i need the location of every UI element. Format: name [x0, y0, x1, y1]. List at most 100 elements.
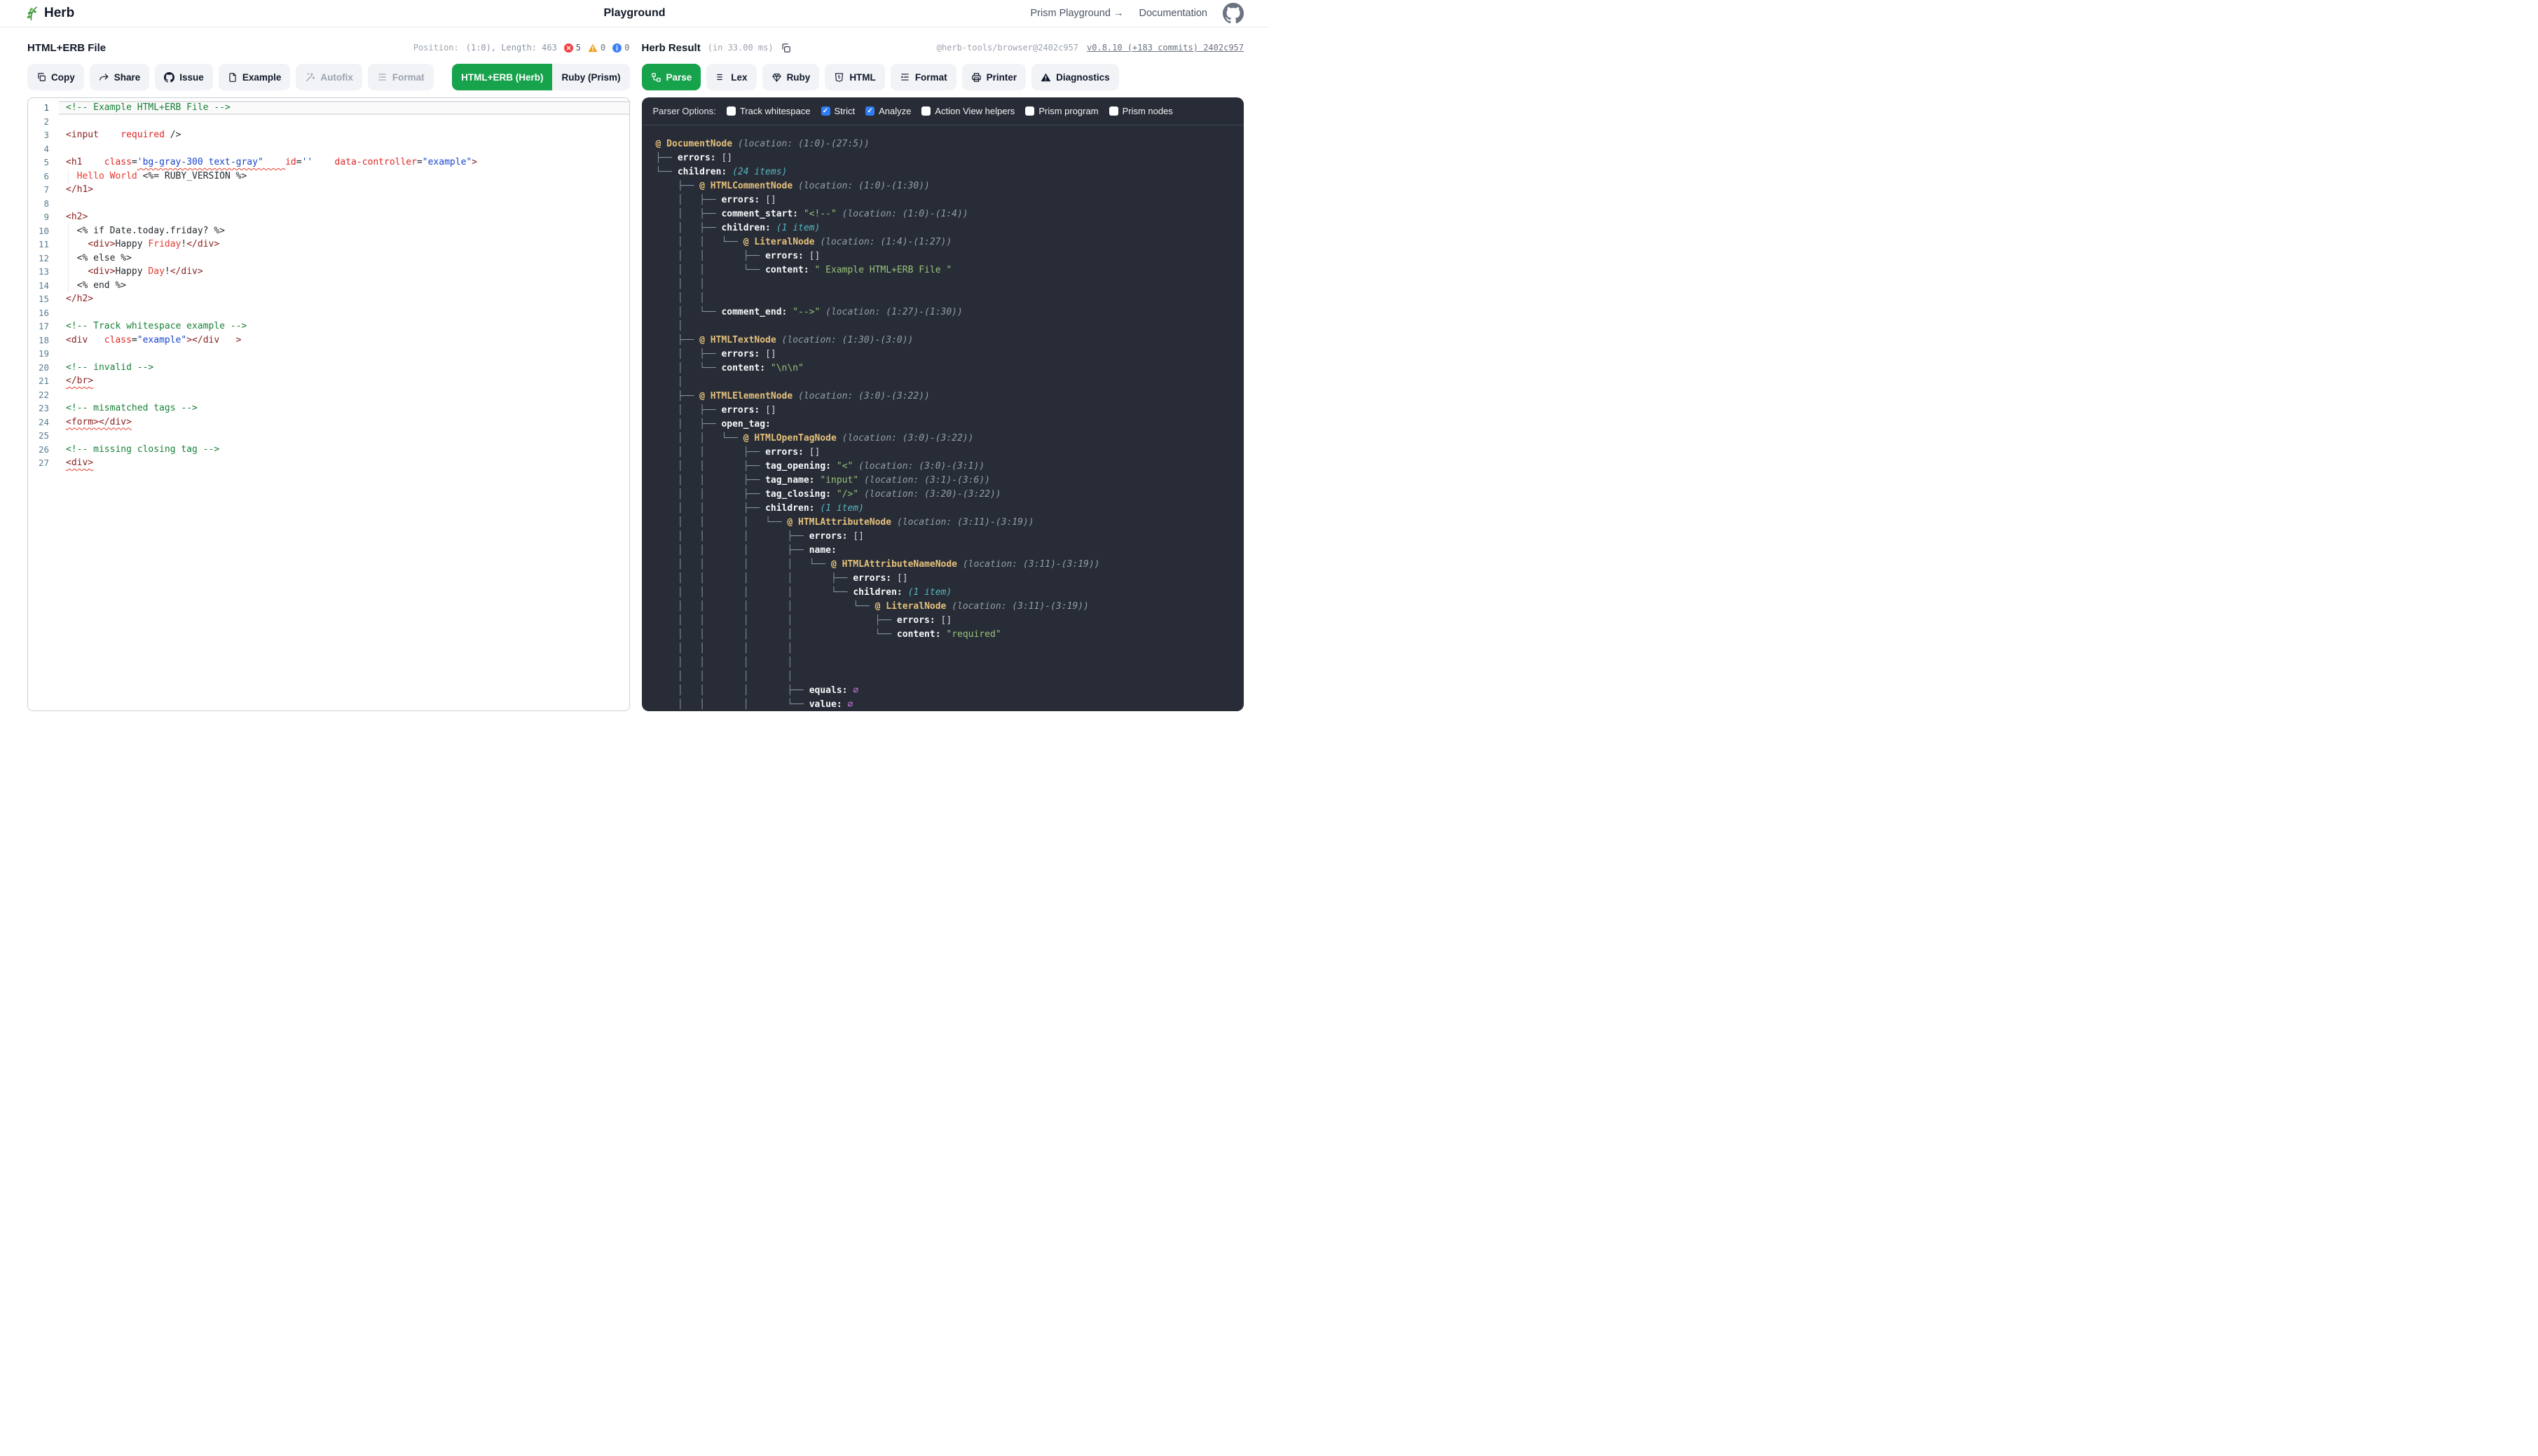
- line-number: 18: [28, 334, 59, 348]
- copy-result-icon[interactable]: [781, 43, 791, 53]
- tree-line: │: [656, 320, 1235, 334]
- code-line[interactable]: 25: [28, 429, 629, 443]
- code-line[interactable]: 10 <% if Date.today.friday? %>: [28, 224, 629, 238]
- tree-line: │ ├── errors: []: [656, 404, 1235, 418]
- tab-html-erb-herb[interactable]: HTML+ERB (Herb): [452, 64, 552, 90]
- code-line[interactable]: 20<!-- invalid -->: [28, 361, 629, 375]
- tab-ruby-prism[interactable]: Ruby (Prism): [552, 64, 629, 90]
- code-line[interactable]: 23<!-- mismatched tags -->: [28, 401, 629, 415]
- code-line[interactable]: 6 Hello World <%= RUBY_VERSION %>: [28, 170, 629, 184]
- version-link[interactable]: v0.8.10 (+183 commits) 2402c957: [1087, 43, 1244, 53]
- format-button[interactable]: Format: [368, 64, 434, 90]
- option-prism-program[interactable]: Prism program: [1025, 106, 1098, 116]
- checkbox-prism-program[interactable]: [1025, 107, 1034, 116]
- code-line[interactable]: 27<div>: [28, 456, 629, 470]
- diagnostics-button[interactable]: Diagnostics: [1031, 64, 1119, 90]
- github-icon[interactable]: [1223, 3, 1244, 24]
- line-number: 15: [28, 292, 59, 306]
- code-line[interactable]: 7</h1>: [28, 183, 629, 197]
- error-icon: [564, 43, 573, 53]
- code-line[interactable]: 14 <% end %>: [28, 279, 629, 293]
- code-line[interactable]: 3<input required />: [28, 128, 629, 142]
- example-button[interactable]: Example: [219, 64, 291, 90]
- position-value: (1:0), Length: 463: [466, 43, 557, 53]
- line-number: 22: [28, 388, 59, 402]
- line-number: 7: [28, 183, 59, 197]
- tree-line: │ └── comment_end: "-->" (location: (1:2…: [656, 305, 1235, 320]
- line-number: 25: [28, 429, 59, 443]
- tree-line: ├── @ HTMLElementNode (location: (3:0)-(…: [656, 390, 1235, 404]
- code-line[interactable]: 9<h2>: [28, 210, 629, 224]
- line-number: 20: [28, 361, 59, 375]
- code-line[interactable]: 12 <% else %>: [28, 252, 629, 266]
- parser-options-label: Parser Options:: [653, 106, 716, 116]
- option-action-view-helpers[interactable]: Action View helpers: [921, 106, 1015, 116]
- html-icon: 5: [834, 72, 844, 83]
- option-analyze[interactable]: ✓Analyze: [865, 106, 911, 116]
- top-nav: Herb Playground Prism Playground → Docum…: [0, 0, 1269, 27]
- tree-line: │ │ └── @ LiteralNode (location: (1:4)-(…: [656, 235, 1235, 249]
- tree-line: │ │: [656, 291, 1235, 305]
- code-editor[interactable]: 1<!-- Example HTML+ERB File -->23<input …: [27, 97, 630, 711]
- github-icon: [164, 72, 174, 83]
- parse-button[interactable]: Parse: [642, 64, 701, 90]
- checkbox-analyze[interactable]: ✓: [865, 107, 874, 116]
- code-line[interactable]: 19: [28, 347, 629, 361]
- code-line[interactable]: 16: [28, 306, 629, 320]
- ruby-button[interactable]: Ruby: [762, 64, 820, 90]
- printer-button[interactable]: Printer: [962, 64, 1027, 90]
- format-button[interactable]: Format: [891, 64, 956, 90]
- checkbox-strict[interactable]: ✓: [821, 107, 830, 116]
- package-name: @herb-tools/browser@2402c957: [937, 43, 1078, 53]
- code-line[interactable]: 15</h2>: [28, 292, 629, 306]
- checkbox-prism-nodes[interactable]: [1109, 107, 1118, 116]
- code-line[interactable]: 17<!-- Track whitespace example -->: [28, 320, 629, 334]
- code-line[interactable]: 13 <div>Happy Day!</div>: [28, 265, 629, 279]
- line-number: 8: [28, 197, 59, 211]
- code-line[interactable]: 22: [28, 388, 629, 402]
- issue-button[interactable]: Issue: [155, 64, 213, 90]
- lex-button[interactable]: Lex: [706, 64, 756, 90]
- error-badge: 5: [564, 43, 581, 53]
- checkbox-track-whitespace[interactable]: [727, 107, 736, 116]
- code-line[interactable]: 8: [28, 197, 629, 211]
- html-button[interactable]: 5HTML: [825, 64, 885, 90]
- line-number: 4: [28, 142, 59, 156]
- nav-link-documentation[interactable]: Documentation: [1139, 8, 1207, 19]
- code-line[interactable]: 4: [28, 142, 629, 156]
- position-label: Position:: [413, 43, 459, 53]
- code-line[interactable]: 2: [28, 115, 629, 129]
- warning-count: 0: [601, 43, 605, 53]
- code-line[interactable]: 1<!-- Example HTML+ERB File -->: [28, 101, 629, 115]
- ruby-icon: [771, 72, 782, 83]
- tree-line: │: [656, 376, 1235, 390]
- option-track-whitespace[interactable]: Track whitespace: [727, 106, 811, 116]
- line-number: 10: [28, 224, 59, 238]
- code-line[interactable]: 11 <div>Happy Friday!</div>: [28, 238, 629, 252]
- option-strict[interactable]: ✓Strict: [821, 106, 856, 116]
- diag-icon: [1041, 72, 1051, 83]
- info-icon: [612, 43, 622, 53]
- tree-line: │ │ │ │ ├── errors: []: [656, 572, 1235, 586]
- share-button[interactable]: Share: [90, 64, 150, 90]
- tree-line: │ └── content: "\n\n": [656, 362, 1235, 376]
- code-line[interactable]: 26<!-- missing closing tag -->: [28, 443, 629, 457]
- checkbox-action-view-helpers[interactable]: [921, 107, 931, 116]
- option-prism-nodes[interactable]: Prism nodes: [1109, 106, 1173, 116]
- line-number: 13: [28, 265, 59, 279]
- code-line[interactable]: 5<h1 class='bg-gray-300 text-gray" id=''…: [28, 156, 629, 170]
- line-number: 26: [28, 443, 59, 457]
- tree-line: │ │ │ ├── equals: ∅: [656, 684, 1235, 698]
- tree-line: @ DocumentNode (location: (1:0)-(27:5)): [656, 137, 1235, 151]
- code-line[interactable]: 24<form></div>: [28, 415, 629, 430]
- editor-status: Position: (1:0), Length: 463 5 0 0: [413, 43, 630, 53]
- brand[interactable]: Herb: [22, 5, 74, 22]
- tree-line: │ │ │ │ └── @ LiteralNode (location: (3:…: [656, 600, 1235, 614]
- copy-button[interactable]: Copy: [27, 64, 84, 90]
- tree-line: │ │ ├── tag_opening: "<" (location: (3:0…: [656, 460, 1235, 474]
- nav-link-prism-playground[interactable]: Prism Playground →: [1031, 8, 1124, 19]
- code-line[interactable]: 18<div class="example"></div >: [28, 334, 629, 348]
- code-line[interactable]: 21</br>: [28, 374, 629, 388]
- tree-line: │ │ │ │ └── children: (1 item): [656, 586, 1235, 600]
- autofix-button[interactable]: Autofix: [296, 64, 362, 90]
